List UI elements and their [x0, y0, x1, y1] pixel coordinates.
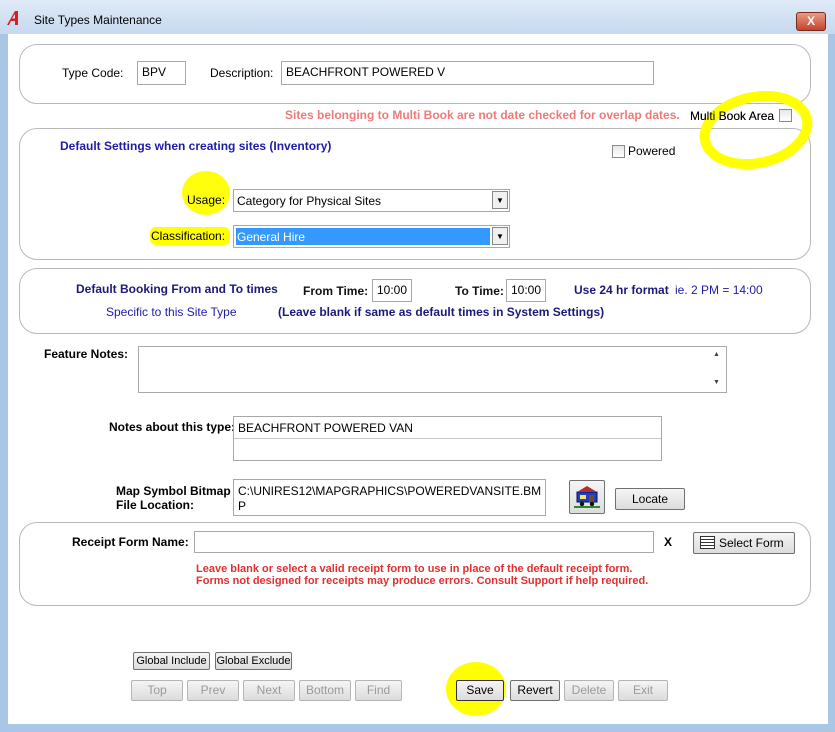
file-location-label: File Location:: [116, 498, 194, 512]
type-code-label: Type Code:: [62, 66, 124, 80]
description-field[interactable]: BEACHFRONT POWERED V: [281, 61, 654, 85]
receipt-note-1: Leave blank or select a valid receipt fo…: [196, 563, 633, 575]
window-title: Site Types Maintenance: [34, 13, 162, 27]
to-time-field[interactable]: 10:00: [506, 279, 546, 302]
type-notes-divider: [234, 438, 661, 439]
defaults-heading: Default Settings when creating sites (In…: [60, 139, 332, 153]
feature-notes-label: Feature Notes:: [44, 347, 129, 361]
app-logo-icon: [7, 11, 18, 25]
bottom-button[interactable]: Bottom: [299, 680, 351, 701]
from-time-field[interactable]: 10:00: [372, 279, 412, 302]
form-list-icon: [700, 536, 715, 549]
usage-label-overlay: Usage:: [187, 193, 226, 207]
booking-times-heading: Default Booking From and To times: [76, 282, 278, 296]
next-button[interactable]: Next: [243, 680, 295, 701]
feature-notes-field[interactable]: [138, 346, 727, 393]
chevron-down-icon[interactable]: ▼: [492, 191, 508, 209]
multi-book-label-overlay: Multi Book Area: [690, 109, 775, 123]
receipt-clear-button[interactable]: X: [664, 535, 672, 549]
usage-select[interactable]: Category for Physical Sites ▼: [233, 189, 510, 212]
select-form-label: Select Form: [719, 536, 784, 550]
type-notes-field[interactable]: BEACHFRONT POWERED VAN: [233, 416, 662, 461]
map-symbol-path-field[interactable]: C:\UNIRES12\MAPGRAPHICS\POWEREDVANSITE.B…: [233, 479, 546, 516]
window-frame: Site Types Maintenance X Type Code: BPV …: [0, 0, 835, 732]
global-exclude-button[interactable]: Global Exclude: [215, 652, 292, 670]
receipt-form-field[interactable]: [194, 531, 654, 553]
powered-label: Powered: [628, 144, 676, 158]
map-symbol-path-line1: C:\UNIRES12\MAPGRAPHICS\POWEREDVANSITE.B…: [238, 484, 542, 498]
type-notes-label: Notes about this type:: [109, 420, 236, 434]
time-format-example: ie. 2 PM = 14:00: [675, 283, 763, 297]
top-button[interactable]: Top: [131, 680, 183, 701]
multi-book-warning: Sites belonging to Multi Book are not da…: [285, 108, 680, 122]
receipt-note-2: Forms not designed for receipts may prod…: [196, 575, 649, 587]
map-symbol-preview-button[interactable]: [569, 480, 605, 514]
caravan-icon: [574, 486, 600, 508]
chevron-down-icon[interactable]: ▼: [492, 227, 508, 245]
type-code-field[interactable]: BPV: [137, 61, 186, 85]
scroll-up-icon[interactable]: ▲: [713, 351, 720, 358]
receipt-form-label: Receipt Form Name:: [72, 535, 189, 549]
locate-button[interactable]: Locate: [615, 488, 685, 510]
close-icon: X: [806, 14, 815, 28]
title-bar: Site Types Maintenance X: [0, 0, 835, 34]
classification-value: General Hire: [237, 230, 306, 244]
blank-hint: (Leave blank if same as default times in…: [278, 305, 605, 319]
find-button[interactable]: Find: [355, 680, 402, 701]
to-time-label: To Time:: [455, 284, 504, 298]
delete-button[interactable]: Delete: [564, 680, 614, 701]
close-button[interactable]: X: [796, 12, 826, 31]
from-time-label: From Time:: [303, 284, 369, 298]
time-format-hint: Use 24 hr format: [574, 283, 669, 297]
global-include-button[interactable]: Global Include: [133, 652, 210, 670]
type-notes-value: BEACHFRONT POWERED VAN: [238, 421, 413, 435]
classification-label-overlay: Classification:: [151, 229, 226, 243]
select-form-button[interactable]: Select Form: [693, 532, 795, 554]
powered-checkbox[interactable]: [612, 145, 625, 158]
map-symbol-label: Map Symbol Bitmap: [116, 484, 231, 498]
multi-book-checkbox-overlay[interactable]: [779, 109, 792, 122]
map-symbol-path-line2: P: [238, 499, 247, 513]
booking-times-group: [19, 268, 811, 334]
classification-select[interactable]: General Hire ▼: [233, 225, 510, 248]
scroll-down-icon[interactable]: ▼: [713, 379, 720, 386]
description-label: Description:: [210, 66, 274, 80]
booking-times-subheading: Specific to this Site Type: [106, 305, 237, 319]
usage-value: Category for Physical Sites: [237, 194, 382, 208]
prev-button[interactable]: Prev: [187, 680, 239, 701]
exit-button[interactable]: Exit: [618, 680, 668, 701]
save-button[interactable]: Save: [456, 680, 504, 701]
revert-button[interactable]: Revert: [510, 680, 560, 701]
